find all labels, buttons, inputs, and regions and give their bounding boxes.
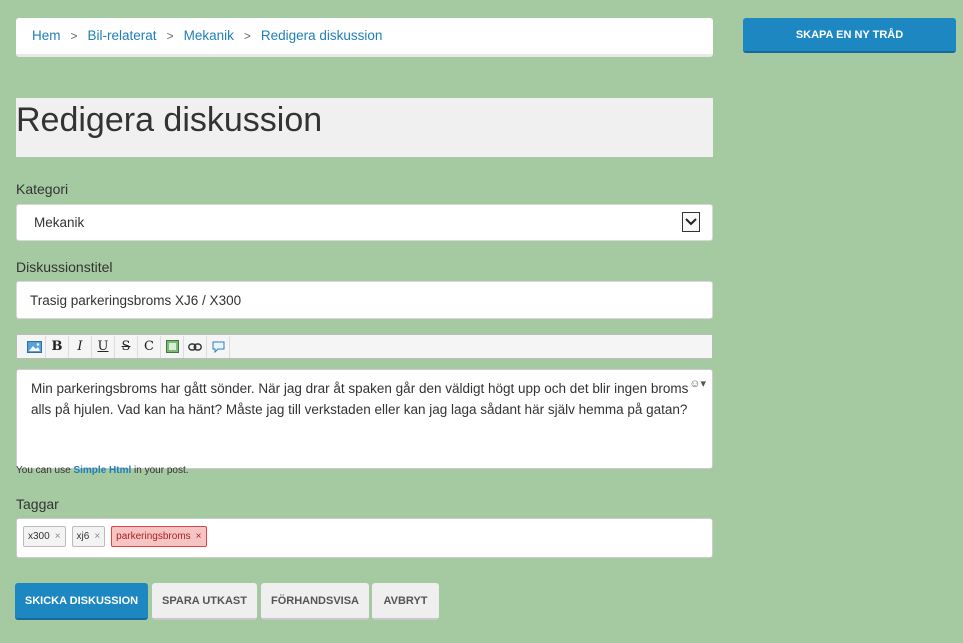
tag-text: xj6	[76, 531, 90, 542]
hint-suffix: in your post.	[134, 465, 189, 476]
tags-input[interactable]: x300 × xj6 × parkeringsbroms ×	[16, 518, 713, 558]
hint-prefix: You can use	[16, 465, 71, 476]
link-icon[interactable]	[184, 335, 207, 358]
code-icon[interactable]: C	[138, 335, 161, 358]
tag-chip: x300 ×	[23, 526, 66, 547]
title-input[interactable]: Trasig parkeringsbroms XJ6 / X300	[16, 281, 713, 319]
breadcrumb-separator: >	[70, 29, 78, 43]
breadcrumb-separator: >	[243, 29, 251, 43]
bold-icon[interactable]: B	[46, 335, 69, 358]
category-select[interactable]: Mekanik	[16, 204, 713, 241]
title-input-value: Trasig parkeringsbroms XJ6 / X300	[30, 293, 242, 308]
tag-chip-invalid: parkeringsbroms ×	[111, 526, 207, 547]
tags-label: Taggar	[16, 496, 59, 512]
save-draft-button[interactable]: SPARA UTKAST	[152, 583, 257, 620]
remove-tag-icon[interactable]: ×	[94, 531, 100, 542]
submit-discussion-button[interactable]: SKICKA DISKUSSION	[15, 583, 148, 620]
editor-toolbar: B I U S C	[16, 334, 713, 359]
remove-tag-icon[interactable]: ×	[55, 531, 61, 542]
post-body-editor[interactable]: Min parkeringsbroms har gått sönder. När…	[16, 369, 713, 469]
breadcrumb-home-link[interactable]: Hem	[32, 28, 61, 43]
italic-icon[interactable]: I	[69, 335, 92, 358]
smiley-icon[interactable]: ☺▾	[689, 374, 706, 395]
preview-button[interactable]: FÖRHANDSVISA	[261, 583, 369, 620]
picture-icon[interactable]	[161, 335, 184, 358]
html-hint: You can use Simple Html in your post.	[16, 465, 189, 476]
tag-text: parkeringsbroms	[116, 531, 191, 542]
page-title-box: Redigera diskussion	[16, 98, 713, 157]
tag-chip: xj6 ×	[71, 526, 106, 547]
underline-icon[interactable]: U	[92, 335, 115, 358]
new-thread-button[interactable]: SKAPA EN NY TRÅD	[743, 18, 956, 53]
title-label: Diskussionstitel	[16, 259, 113, 275]
breadcrumb-separator: >	[166, 29, 174, 43]
breadcrumb-current-link[interactable]: Redigera diskussion	[261, 28, 383, 43]
post-body-text: Min parkeringsbroms har gått sönder. När…	[31, 381, 689, 417]
page-root: Hem > Bil-relaterat > Mekanik > Redigera disku…	[0, 0, 963, 643]
category-label: Kategori	[16, 181, 69, 197]
image-icon[interactable]	[23, 335, 46, 358]
quote-icon[interactable]	[207, 335, 230, 358]
cancel-button[interactable]: AVBRYT	[372, 583, 439, 620]
remove-tag-icon[interactable]: ×	[196, 531, 202, 542]
breadcrumb-bil-relaterat-link[interactable]: Bil-relaterat	[88, 28, 157, 43]
simple-html-link[interactable]: Simple Html	[73, 465, 131, 476]
strikethrough-icon[interactable]: S	[115, 335, 138, 358]
tag-text: x300	[28, 531, 50, 542]
breadcrumb: Hem > Bil-relaterat > Mekanik > Redigera disku…	[16, 18, 713, 57]
page-title: Redigera diskussion	[16, 101, 323, 139]
breadcrumb-mekanik-link[interactable]: Mekanik	[184, 28, 234, 43]
category-selected-value: Mekanik	[34, 215, 85, 230]
chevron-down-icon[interactable]	[682, 212, 700, 232]
